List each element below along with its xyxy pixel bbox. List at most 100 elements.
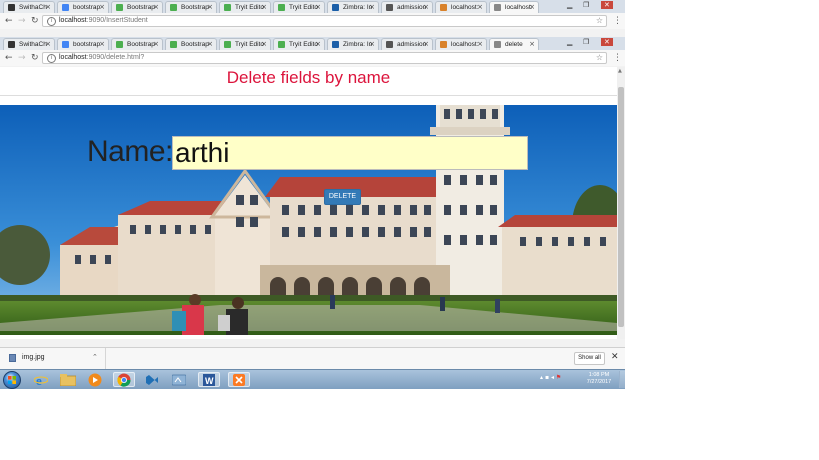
github-icon: [8, 41, 15, 48]
bookmark-star-icon[interactable]: ☆: [596, 16, 603, 25]
tab-label: Bootstrap: [127, 4, 155, 11]
browser-tab[interactable]: SwithaCh ×: [3, 1, 55, 13]
close-tab-icon[interactable]: ×: [529, 40, 535, 48]
close-tab-icon[interactable]: ×: [99, 40, 105, 48]
browser-tab[interactable]: localhost: ×: [435, 1, 487, 13]
browser-tab[interactable]: admission ×: [381, 1, 433, 13]
menu-icon[interactable]: ⋮: [613, 16, 622, 26]
show-desktop-button[interactable]: [619, 371, 625, 388]
w3schools-icon: [170, 4, 177, 11]
generic-app-icon[interactable]: [168, 372, 190, 387]
svg-text:e: e: [36, 373, 42, 387]
chevron-up-icon[interactable]: ⌃: [92, 353, 98, 361]
delete-button[interactable]: DELETE: [324, 189, 361, 205]
bookmark-star-icon[interactable]: ☆: [596, 53, 603, 62]
browser-tab[interactable]: bootstrap ×: [57, 38, 109, 50]
restore-icon[interactable]: ❐: [583, 38, 589, 46]
close-tab-icon[interactable]: ×: [45, 40, 51, 48]
close-tab-icon[interactable]: ×: [369, 40, 375, 48]
browser-tab[interactable]: Tryit Edito ×: [219, 1, 271, 13]
forward-icon[interactable]: →: [18, 16, 26, 26]
start-button[interactable]: [3, 371, 21, 389]
minimize-icon[interactable]: ▁: [567, 1, 572, 9]
name-input[interactable]: [172, 136, 528, 170]
flag-icon[interactable]: ⚑: [556, 374, 561, 381]
back-icon[interactable]: ←: [5, 53, 13, 63]
reload-icon[interactable]: ↻: [31, 16, 39, 26]
zimbra-icon: [332, 4, 339, 11]
close-tab-icon[interactable]: ×: [315, 3, 321, 11]
w3schools-icon: [170, 41, 177, 48]
close-tab-icon[interactable]: ×: [477, 3, 483, 11]
system-clock[interactable]: 1:08 PM 7/27/2017: [582, 372, 616, 386]
close-window-icon[interactable]: ✕: [601, 1, 613, 9]
browser-tab[interactable]: Tryit Edito ×: [273, 1, 325, 13]
tab-label: SwithaCh: [19, 4, 47, 11]
w3schools-icon: [278, 41, 285, 48]
back-icon[interactable]: ←: [5, 16, 13, 26]
close-tab-icon[interactable]: ×: [529, 3, 535, 11]
close-tab-icon[interactable]: ×: [261, 40, 267, 48]
page-header: Delete fields by name: [0, 67, 617, 96]
browser-tab[interactable]: Bootstrap ×: [165, 1, 217, 13]
address-bar[interactable]: i localhost:9090/InsertStudent ☆: [42, 15, 607, 27]
close-tab-icon[interactable]: ×: [261, 3, 267, 11]
file-explorer-icon[interactable]: [57, 372, 79, 387]
menu-icon[interactable]: ⋮: [613, 53, 622, 63]
close-tab-icon[interactable]: ×: [153, 40, 159, 48]
close-window-icon[interactable]: ✕: [601, 38, 613, 46]
forward-icon[interactable]: →: [18, 53, 26, 63]
network-icon[interactable]: ▪: [545, 374, 549, 381]
browser-tab[interactable]: localhost: ×: [489, 1, 539, 13]
browser-tab[interactable]: SwithaCh ×: [3, 38, 55, 50]
vertical-scrollbar[interactable]: ▲: [617, 67, 625, 339]
close-tab-icon[interactable]: ×: [315, 40, 321, 48]
address-bar[interactable]: i localhost:9090/delete.html? ☆: [42, 52, 607, 64]
browser-tab[interactable]: bootstrap ×: [57, 1, 109, 13]
browser-tab[interactable]: Bootstrap ×: [111, 1, 163, 13]
name-label: Name:: [87, 135, 173, 168]
close-tab-icon[interactable]: ×: [207, 40, 213, 48]
scrollbar-thumb[interactable]: [618, 87, 624, 327]
browser-tab[interactable]: Tryit Edito ×: [219, 38, 271, 50]
show-all-button[interactable]: Show all: [574, 352, 605, 365]
image-file-icon: [9, 354, 16, 362]
browser-tab[interactable]: Bootstrap ×: [111, 38, 163, 50]
word-icon[interactable]: W: [198, 372, 220, 387]
show-hidden-icons-icon[interactable]: ▴: [540, 374, 543, 381]
scroll-up-icon[interactable]: ▲: [618, 68, 622, 74]
info-icon[interactable]: i: [47, 17, 56, 26]
browser-tab[interactable]: localhost: ×: [435, 38, 487, 50]
xampp-icon[interactable]: [228, 372, 250, 387]
chrome-icon[interactable]: [113, 372, 135, 387]
browser-tab[interactable]: delete ×: [489, 38, 539, 50]
close-icon[interactable]: ✕: [611, 352, 619, 362]
svg-text:W: W: [205, 376, 214, 386]
browser-tab[interactable]: Bootstrap ×: [165, 38, 217, 50]
close-tab-icon[interactable]: ×: [423, 40, 429, 48]
close-tab-icon[interactable]: ×: [423, 3, 429, 11]
tab-strip: SwithaCh × bootstrap × Bootstrap × Bootstrap × T…: [0, 37, 625, 50]
browser-tab[interactable]: admission ×: [381, 38, 433, 50]
close-tab-icon[interactable]: ×: [45, 3, 51, 11]
reload-icon[interactable]: ↻: [31, 53, 39, 63]
minimize-icon[interactable]: ▁: [567, 38, 572, 46]
media-player-icon[interactable]: [84, 372, 106, 387]
close-tab-icon[interactable]: ×: [99, 3, 105, 11]
volume-icon[interactable]: ◂: [551, 374, 554, 381]
browser-tab[interactable]: Tryit Edito ×: [273, 38, 325, 50]
close-tab-icon[interactable]: ×: [369, 3, 375, 11]
browser-tab[interactable]: Zimbra: In ×: [327, 38, 379, 50]
download-item[interactable]: img.jpg ⌃: [0, 348, 106, 369]
info-icon[interactable]: i: [47, 54, 56, 63]
tab-label: Tryit Edito: [289, 4, 319, 11]
browser-tab[interactable]: Zimbra: In ×: [327, 1, 379, 13]
clock-time: 1:08 PM: [588, 372, 610, 378]
close-tab-icon[interactable]: ×: [207, 3, 213, 11]
close-tab-icon[interactable]: ×: [477, 40, 483, 48]
w3schools-icon: [224, 41, 231, 48]
internet-explorer-icon[interactable]: e: [30, 372, 52, 387]
close-tab-icon[interactable]: ×: [153, 3, 159, 11]
visual-studio-icon[interactable]: [141, 372, 163, 387]
restore-icon[interactable]: ❐: [583, 1, 589, 9]
